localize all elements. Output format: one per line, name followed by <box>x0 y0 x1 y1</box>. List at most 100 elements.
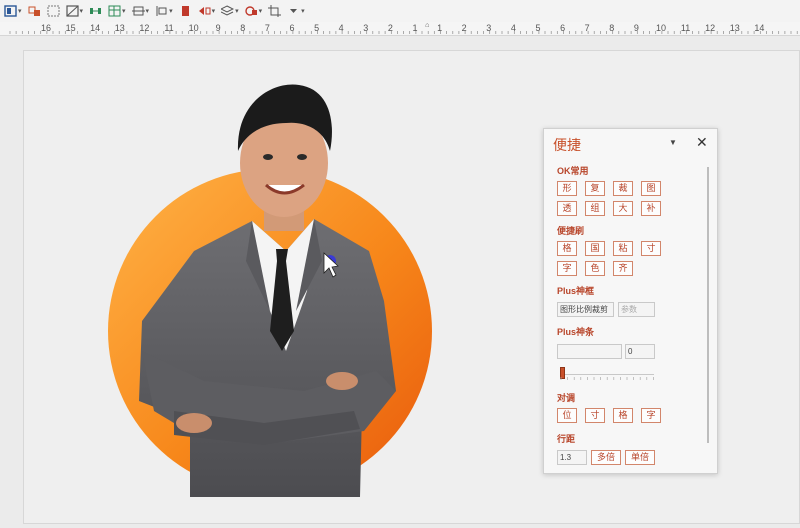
dropdown-caret-icon[interactable]: ▾ <box>122 7 126 15</box>
dropdown-caret-icon[interactable]: ▾ <box>169 7 173 15</box>
toolbar-button-more[interactable]: ▾ <box>287 2 305 20</box>
ruler-label: 11 <box>164 23 174 33</box>
brush-button[interactable]: 国 <box>585 241 605 256</box>
ruler-label: 7 <box>264 23 270 33</box>
multi-spacing-button[interactable]: 多倍 <box>591 450 621 465</box>
align-button[interactable]: 字 <box>641 408 661 423</box>
bar-number-field[interactable]: 0 <box>625 344 655 359</box>
bar-text-field[interactable] <box>557 344 622 359</box>
table-icon <box>108 5 121 17</box>
single-spacing-button[interactable]: 单倍 <box>625 450 655 465</box>
ok-button[interactable]: 形 <box>557 181 577 196</box>
ruler-label: 14 <box>90 23 101 33</box>
more-icon <box>290 9 298 13</box>
toolbar-button-flip[interactable]: ▾ <box>198 2 216 20</box>
dropdown-caret-icon[interactable]: ▾ <box>18 7 22 15</box>
bar-slider-track[interactable] <box>560 374 654 375</box>
toolbar-button-layers[interactable]: ▾ <box>221 2 239 20</box>
brush-button[interactable]: 字 <box>557 261 577 276</box>
ruler-label: 8 <box>240 23 246 33</box>
close-icon[interactable]: ✕ <box>696 134 708 150</box>
ruler-label: 10 <box>188 23 199 33</box>
frame-mode-field[interactable]: 图形比例裁剪 <box>557 302 614 317</box>
ruler-label: 1 <box>412 23 418 33</box>
flip-icon <box>198 7 211 15</box>
dropdown-caret-icon[interactable]: ▾ <box>235 7 239 15</box>
dropdown-caret-icon[interactable]: ▾ <box>146 7 150 15</box>
brush-button[interactable]: 齐 <box>613 261 633 276</box>
section-ok-label: OK常用 <box>557 166 589 176</box>
toolbar-button-crop[interactable] <box>268 2 282 20</box>
ok-button[interactable]: 图 <box>641 181 661 196</box>
ruler-label: 6 <box>560 23 566 33</box>
distribute-horizontal-icon <box>90 8 102 14</box>
toolbar-button-group[interactable] <box>47 2 60 20</box>
toolbar-button-shape[interactable]: ▾ <box>244 2 263 20</box>
section-bar-label: Plus神条 <box>557 327 595 337</box>
ruler-label: 8 <box>609 23 615 33</box>
ruler-label: 12 <box>139 23 150 33</box>
ruler-label: 13 <box>114 23 125 33</box>
crop-icon <box>268 5 282 17</box>
brush-button[interactable]: 寸 <box>641 241 661 256</box>
toolbar-button-table[interactable]: ▾ <box>108 2 126 20</box>
ruler-label: 16 <box>40 23 52 33</box>
indent-marker-icon[interactable]: ⌂ <box>425 22 429 29</box>
group-icon <box>47 5 60 17</box>
dropdown-caret-icon[interactable]: ▾ <box>259 7 263 15</box>
brush-button[interactable]: 色 <box>585 261 605 276</box>
ruler-label: 5 <box>535 23 541 33</box>
line-spacing-input[interactable]: 1.3 <box>557 450 587 465</box>
section-brush-label: 便捷刷 <box>557 226 585 236</box>
ruler-label: 13 <box>729 23 740 33</box>
toolbar-button-shape-outline[interactable]: ▾ <box>65 2 84 20</box>
align-button[interactable]: 格 <box>613 408 633 423</box>
brush-button[interactable]: 格 <box>557 241 577 256</box>
ruler-label: 4 <box>338 23 344 33</box>
dropdown-caret-icon[interactable]: ▾ <box>80 7 84 15</box>
dropdown-caret-icon[interactable]: ▾ <box>212 7 216 15</box>
toolbar-button-spacing[interactable]: ▾ <box>155 2 173 20</box>
ruler-label: 9 <box>215 23 221 33</box>
toolbar-button-bookmark[interactable] <box>179 2 192 20</box>
align-button[interactable]: 寸 <box>585 408 605 423</box>
horizontal-ruler[interactable]: 16 15 14 13 12 11 10 9 8 7 6 5 4 3 2 1 1 2 3 4 5 6 7 8 9 10 11 12 13… <box>0 22 800 36</box>
ruler-label: 7 <box>584 23 590 33</box>
toolbar-button-align-shapes[interactable] <box>28 2 41 20</box>
ruler-label: 14 <box>754 23 765 33</box>
brush-button[interactable]: 粘 <box>613 241 633 256</box>
ok-button[interactable]: 补 <box>641 201 661 216</box>
toolbar-button-distribute-horizontal[interactable] <box>89 2 102 20</box>
quick-access-toolbar: ▾ ▾ ▾ ▾ ▾ ▾ ▾ ▾ ▾ <box>0 0 800 22</box>
toolbar-button-fill-color[interactable]: ▾ <box>4 2 22 20</box>
frame-param-field[interactable]: 参数 <box>618 302 655 317</box>
section-spacing-label: 行距 <box>557 434 576 444</box>
align-shapes-icon <box>28 6 40 16</box>
ok-button[interactable]: 裁 <box>613 181 633 196</box>
ok-button[interactable]: 组 <box>585 201 605 216</box>
shape-icon <box>244 6 257 16</box>
ok-button[interactable]: 透 <box>557 201 577 216</box>
shape-outline-icon <box>65 5 79 17</box>
panel-scrollbar[interactable] <box>707 167 709 443</box>
ok-button[interactable]: 大 <box>613 201 633 216</box>
panel-menu-icon[interactable]: ▼ <box>669 138 677 147</box>
ruler-label: 9 <box>633 23 639 33</box>
spacing-icon <box>156 6 167 16</box>
size-icon <box>131 6 145 16</box>
ruler-label: 2 <box>387 23 393 33</box>
ruler-label: 3 <box>486 23 492 33</box>
layers-icon <box>221 5 235 16</box>
bookmark-icon <box>181 6 189 16</box>
ruler-label: 3 <box>363 23 369 33</box>
ruler-label: 4 <box>510 23 516 33</box>
ruler-label: 15 <box>65 23 76 33</box>
person-photo[interactable] <box>139 84 396 497</box>
ruler-label: 10 <box>655 23 667 33</box>
toolbar-button-size[interactable]: ▾ <box>131 2 150 20</box>
ok-button[interactable]: 复 <box>585 181 605 196</box>
align-button[interactable]: 位 <box>557 408 577 423</box>
dropdown-caret-icon[interactable]: ▾ <box>301 7 305 15</box>
panel-title: 便捷 <box>553 137 581 153</box>
ruler-label: 5 <box>314 23 320 33</box>
